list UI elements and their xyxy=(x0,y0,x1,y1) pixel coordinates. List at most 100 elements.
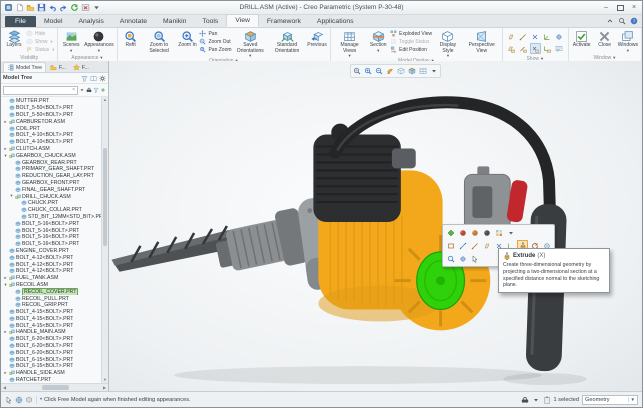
tree-item[interactable]: BOLT_5-16<BOLT>.PRT xyxy=(1,241,108,248)
tree-item[interactable]: ▸CARBURETOR.ASM xyxy=(1,118,108,125)
windows-button[interactable]: Windows▼ xyxy=(617,29,639,53)
status-button[interactable]: Status▼ xyxy=(26,46,55,53)
open-icon[interactable] xyxy=(26,3,35,12)
plane-tag-button[interactable] xyxy=(506,43,517,54)
tree-item[interactable]: CHUCK_COLLAR.PRT xyxy=(1,207,108,214)
point-display-button[interactable] xyxy=(530,31,541,42)
tree-item[interactable]: MUTTER.PRT xyxy=(1,98,108,105)
cylinder-assembly[interactable] xyxy=(313,124,415,222)
tree-item[interactable]: BOLT_4-10<BOLT>.PRT xyxy=(1,132,108,139)
hide-button[interactable]: Hide xyxy=(26,30,55,37)
pan-button[interactable]: Pan xyxy=(199,30,231,37)
tree-item[interactable]: COIL.PRT xyxy=(1,125,108,132)
toggle-status-button[interactable]: Toggle Status xyxy=(390,38,432,45)
manage-views-button[interactable]: Manage Views▼ xyxy=(333,29,366,58)
layers-button[interactable]: Layers xyxy=(3,29,25,49)
tree-hscroll-thumb[interactable] xyxy=(42,385,70,390)
sketch-button[interactable] xyxy=(445,240,456,251)
columns-icon[interactable] xyxy=(90,75,97,82)
tree-item[interactable]: BOLT_4-12<BOLT>.PRT xyxy=(1,261,108,268)
filter-icon[interactable] xyxy=(81,75,88,82)
carburetor-box[interactable] xyxy=(464,166,510,230)
previous-button[interactable]: Previous xyxy=(306,29,328,49)
plane-display-button[interactable] xyxy=(506,31,517,42)
scenes-button[interactable]: Scenes▼ xyxy=(60,29,82,53)
exploded-view-button[interactable]: Exploded View xyxy=(390,30,432,37)
tab-applications[interactable]: Applications xyxy=(309,16,362,27)
perspective-view-button[interactable]: Perspective View xyxy=(464,29,500,54)
globe-icon[interactable] xyxy=(15,396,23,404)
plane-button[interactable] xyxy=(481,240,492,251)
csys-display-button[interactable] xyxy=(542,31,553,42)
clipboard-icon[interactable] xyxy=(543,396,551,404)
tree-item[interactable]: ▾RECOIL.ASM xyxy=(1,282,108,289)
app-icon[interactable] xyxy=(4,3,13,12)
tree-item[interactable]: GEARBOX_FRONT.PRT xyxy=(1,180,108,187)
tab-framework[interactable]: Framework xyxy=(259,16,309,27)
tab-analysis[interactable]: Analysis xyxy=(70,16,111,27)
tree-item[interactable]: CHUCK.PRT xyxy=(1,200,108,207)
expander-icon[interactable]: ▸ xyxy=(3,276,8,281)
selection-filter-dropdown[interactable]: Geometry ▼ xyxy=(582,395,638,405)
graphics-area[interactable]: Extrude (X) Create three-dimensional geo… xyxy=(109,61,642,391)
tree-item[interactable]: BOLT_4-10<BOLT>.PRT xyxy=(1,139,108,146)
pan-zoom-button[interactable]: Pan Zoom xyxy=(199,46,231,53)
tree-vertical-scrollbar[interactable]: ▲ ▼ xyxy=(101,97,108,383)
standard-orientation-button[interactable]: Standard Orientation xyxy=(269,29,305,54)
tree-item[interactable]: ▾DRILL_CHUCK.ASM xyxy=(1,193,108,200)
tree-item[interactable]: RECOIL_GRIP.PRT xyxy=(1,302,108,309)
tree-item[interactable]: ▸CLUTCH.ASM xyxy=(1,146,108,153)
undo-icon[interactable] xyxy=(48,3,57,12)
clear-search-icon[interactable]: × xyxy=(72,87,75,93)
tree-item[interactable]: BOLT_6-20<BOLT>.PRT xyxy=(1,336,108,343)
expander-icon[interactable]: ▸ xyxy=(3,371,8,376)
refit-button[interactable]: Refit xyxy=(120,29,142,49)
saved-orientations-button[interactable]: Saved Orientations▼ xyxy=(233,29,268,58)
tree-item[interactable]: REDUCTION_GEAR_LAY.PRT xyxy=(1,173,108,180)
tree-item[interactable]: STD_BIT_12MM<STD_BIT>.PRT xyxy=(1,214,108,221)
tree-item[interactable]: PRIMARY_GEAR_SHAFT.PRT xyxy=(1,166,108,173)
repaint-button[interactable] xyxy=(385,66,395,76)
tree-item[interactable]: BOLT_5-50<BOLT>.PRT xyxy=(1,105,108,112)
tree-item[interactable]: ▸FUEL_TANK.ASM xyxy=(1,275,108,282)
saved-orientations-button[interactable] xyxy=(407,66,417,76)
tree-horizontal-scrollbar[interactable]: ◀ ▶ xyxy=(1,383,108,391)
tree-item[interactable]: BOLT_5-50<BOLT>.PRT xyxy=(1,112,108,119)
zoom-selected-button[interactable] xyxy=(445,253,456,264)
tree-scroll-thumb[interactable] xyxy=(103,148,107,245)
tree-item[interactable]: ▾GEARBOX_CHUCK.ASM xyxy=(1,152,108,159)
refit-button[interactable] xyxy=(352,66,362,76)
scroll-up-icon[interactable]: ▲ xyxy=(102,97,108,103)
save-icon[interactable] xyxy=(37,3,46,12)
tab-annotate[interactable]: Annotate xyxy=(112,16,155,27)
zoom-to-selected-button[interactable]: Zoom to Selected xyxy=(143,29,176,54)
tab-tools[interactable]: Tools xyxy=(194,16,226,27)
navigator-tab-folder[interactable]: F... xyxy=(47,63,69,72)
appearance-dark-button[interactable] xyxy=(481,227,492,238)
tree-item[interactable]: BOLT_4-15<BOLT>.PRT xyxy=(1,322,108,329)
zoom-out-button[interactable]: Zoom Out xyxy=(199,38,231,45)
expander-icon[interactable]: ▸ xyxy=(3,120,8,125)
tree-item[interactable]: BOLT_6-15<BOLT>.PRT xyxy=(1,356,108,363)
csys-tag-button[interactable] xyxy=(542,43,553,54)
axis-display-button[interactable] xyxy=(518,31,529,42)
tree-item[interactable]: BOLT_6-20<BOLT>.PRT xyxy=(1,349,108,356)
zoom-in-button[interactable]: Zoom In xyxy=(176,29,198,49)
collapse-ribbon-icon[interactable] xyxy=(606,17,614,25)
point-tag-button[interactable] xyxy=(530,43,541,54)
dropdown-icon[interactable] xyxy=(79,87,85,93)
new-icon[interactable] xyxy=(15,3,24,12)
appearances-button[interactable]: Appearances▼ xyxy=(83,29,114,53)
find-icon[interactable] xyxy=(86,87,92,93)
customize-icon[interactable] xyxy=(92,3,101,12)
appearances-gallery-button[interactable] xyxy=(493,227,504,238)
tree-item[interactable]: GEARBOX_REAR.PRT xyxy=(1,159,108,166)
zoom-out-button[interactable] xyxy=(374,66,384,76)
appearance-copper-button[interactable] xyxy=(469,227,480,238)
tree-item[interactable]: BOLT_5-16<BOLT>.PRT xyxy=(1,234,108,241)
tree-item[interactable]: FINAL_GEAR_SHAFT.PRT xyxy=(1,186,108,193)
close-button[interactable]: × xyxy=(629,3,639,12)
filter-icon[interactable] xyxy=(93,87,99,93)
close-button[interactable]: Close xyxy=(594,29,616,49)
tree-item[interactable]: BOLT_4-15<BOLT>.PRT xyxy=(1,309,108,316)
